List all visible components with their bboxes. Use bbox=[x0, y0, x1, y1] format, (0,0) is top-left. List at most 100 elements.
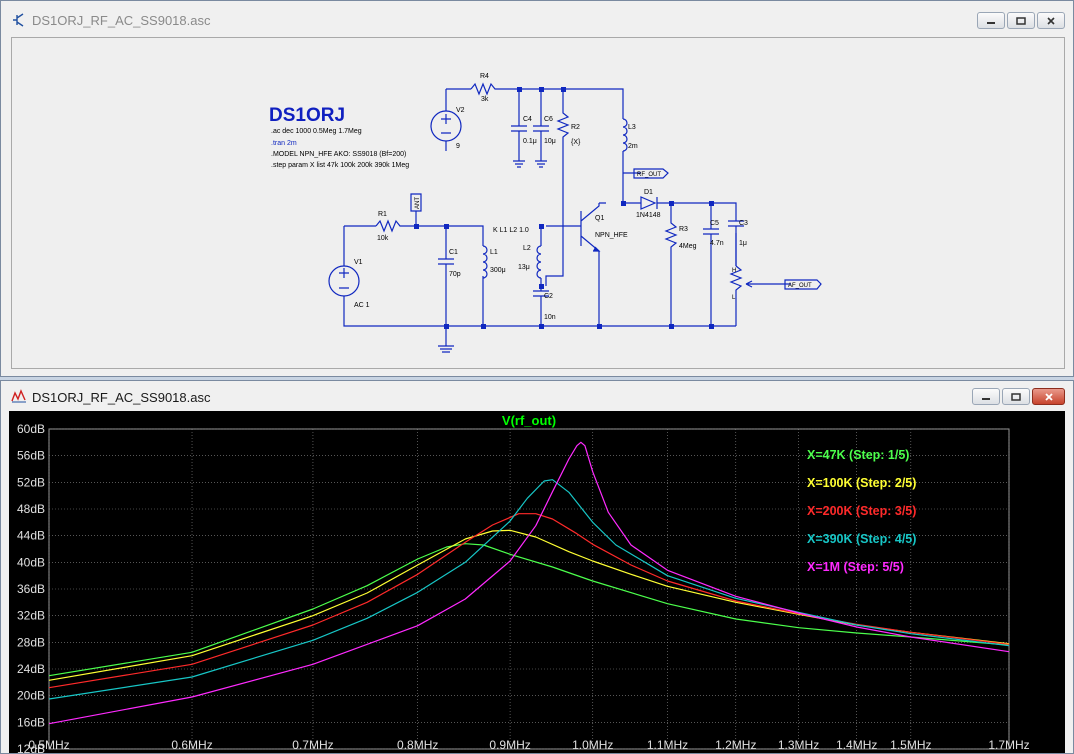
directive-tran: .tran 2m bbox=[271, 140, 297, 147]
maximize-button[interactable] bbox=[1002, 388, 1030, 405]
x-tick-label: 0.9MHz bbox=[489, 738, 530, 752]
c2-value: 10n bbox=[544, 314, 556, 321]
y-tick-label: 24dB bbox=[17, 662, 45, 676]
y-tick-label: 56dB bbox=[17, 449, 45, 463]
d1-value: 1N4148 bbox=[636, 212, 661, 219]
r4-resistor bbox=[470, 82, 501, 96]
y-tick-label: 40dB bbox=[17, 555, 45, 569]
maximize-button[interactable] bbox=[1007, 12, 1035, 29]
y-tick-label: 48dB bbox=[17, 502, 45, 516]
y-tick-label: 20dB bbox=[17, 689, 45, 703]
waveform-window-title: DS1ORJ_RF_AC_SS9018.asc bbox=[32, 390, 211, 405]
v1-ref: V1 bbox=[354, 259, 363, 266]
y-tick-label: 16dB bbox=[17, 715, 45, 729]
pot-high-label: H bbox=[732, 268, 736, 274]
c3-value: 1μ bbox=[739, 240, 747, 247]
l2-value: 13μ bbox=[518, 264, 530, 271]
l3-ref: L3 bbox=[628, 124, 636, 131]
r3-ref: R3 bbox=[679, 226, 688, 233]
y-tick-label: 52dB bbox=[17, 475, 45, 489]
c6-value: 10μ bbox=[544, 138, 556, 145]
rf-out-chart[interactable]: V(rf_out) 12dB16dB20dB24dB28dB32dB36dB40… bbox=[9, 411, 1065, 753]
c4-ref: C4 bbox=[523, 116, 532, 123]
schematic-drawing[interactable]: DS1ORJ .ac dec 1000 0.5Meg 1.7Meg .tran … bbox=[12, 38, 1064, 368]
y-tick-label: 60dB bbox=[17, 422, 45, 436]
c1-ref: C1 bbox=[449, 249, 458, 256]
x-tick-label: 0.5MHz bbox=[28, 738, 69, 752]
series-line bbox=[48, 529, 1010, 681]
x-tick-label: 1.2MHz bbox=[715, 738, 756, 752]
y-tick-label: 28dB bbox=[17, 635, 45, 649]
c5-value: 4.7n bbox=[710, 240, 724, 247]
l2-inductor bbox=[536, 245, 542, 279]
y-tick-label: 44dB bbox=[17, 529, 45, 543]
r1-value: 10k bbox=[377, 235, 389, 242]
legend-entry[interactable]: X=100K (Step: 2/5) bbox=[807, 476, 916, 490]
r3-resistor bbox=[664, 203, 678, 326]
legend-entry[interactable]: X=47K (Step: 1/5) bbox=[807, 448, 909, 462]
directive-model: .MODEL NPN_HFE AKO: SS9018 (Bf=200) bbox=[271, 151, 406, 158]
x-tick-label: 1.3MHz bbox=[778, 738, 819, 752]
schematic-canvas[interactable]: DS1ORJ .ac dec 1000 0.5Meg 1.7Meg .tran … bbox=[11, 37, 1065, 369]
l2-ref: L2 bbox=[523, 245, 531, 252]
c1-value: 70p bbox=[449, 271, 461, 278]
ant-label: ANT bbox=[415, 197, 421, 209]
directive-step: .step param X list 47k 100k 200k 390k 1M… bbox=[271, 162, 409, 169]
c4-value: 0.1μ bbox=[523, 138, 537, 145]
minimize-button[interactable] bbox=[972, 388, 1000, 405]
c6-ref: C6 bbox=[544, 116, 553, 123]
y-tick-label: 36dB bbox=[17, 582, 45, 596]
r1-resistor bbox=[375, 219, 406, 233]
c5-ref: C5 bbox=[710, 220, 719, 227]
r4-value: 3k bbox=[481, 96, 489, 103]
directive-ac: .ac dec 1000 0.5Meg 1.7Meg bbox=[271, 128, 362, 135]
close-icon bbox=[1044, 392, 1053, 401]
minimize-button[interactable] bbox=[977, 12, 1005, 29]
legend-entry[interactable]: X=390K (Step: 4/5) bbox=[807, 532, 916, 546]
r3-value: 4Meg bbox=[679, 243, 697, 250]
rf-out-label: RF_OUT bbox=[637, 172, 661, 178]
waveform-window: DS1ORJ_RF_AC_SS9018.asc V(rf_out) 12dB 16… bbox=[0, 380, 1074, 754]
minimize-icon bbox=[982, 397, 990, 400]
c2-ref: C2 bbox=[544, 293, 553, 300]
y-tick-label: 32dB bbox=[17, 609, 45, 623]
schematic-window: DS1ORJ_RF_AC_SS9018.asc DS1ORJ .ac dec 1… bbox=[0, 0, 1074, 377]
chart-title[interactable]: V(rf_out) bbox=[502, 413, 556, 428]
r2-ref: R2 bbox=[571, 124, 580, 131]
x-tick-label: 1.5MHz bbox=[890, 738, 931, 752]
q1-ref: Q1 bbox=[595, 215, 604, 222]
close-button[interactable] bbox=[1032, 388, 1065, 405]
c3-ref: C3 bbox=[739, 220, 748, 227]
legend-entry[interactable]: X=1M (Step: 5/5) bbox=[807, 560, 904, 574]
coupling-directive: K L1 L2 1.0 bbox=[493, 227, 529, 234]
q1-value: NPN_HFE bbox=[595, 232, 628, 239]
r1-ref: R1 bbox=[378, 211, 387, 218]
af-out-label: AF_OUT bbox=[788, 283, 812, 289]
r4-ref: R4 bbox=[480, 73, 489, 80]
waveform-icon bbox=[11, 389, 26, 403]
transistor-icon bbox=[13, 13, 24, 27]
minimize-icon bbox=[987, 21, 995, 24]
schematic-window-title: DS1ORJ_RF_AC_SS9018.asc bbox=[32, 13, 211, 28]
chart-ticks: 12dB16dB20dB24dB28dB32dB36dB40dB44dB48dB… bbox=[17, 422, 1030, 753]
x-tick-label: 0.8MHz bbox=[397, 738, 438, 752]
legend-entry[interactable]: X=200K (Step: 3/5) bbox=[807, 504, 916, 518]
waveform-plot-area[interactable]: V(rf_out) 12dB 16dB 20dB 24dB 28dB 32dB 36dB 40… bbox=[9, 411, 1065, 753]
r2-value: {X} bbox=[571, 139, 581, 146]
x-tick-label: 1.4MHz bbox=[836, 738, 877, 752]
schematic-titlebar[interactable]: DS1ORJ_RF_AC_SS9018.asc bbox=[1, 1, 1073, 37]
waveform-titlebar[interactable]: DS1ORJ_RF_AC_SS9018.asc bbox=[1, 381, 1073, 411]
l1-inductor bbox=[482, 245, 488, 279]
potentiometer bbox=[729, 265, 791, 326]
l1-ref: L1 bbox=[490, 249, 498, 256]
x-tick-label: 0.7MHz bbox=[292, 738, 333, 752]
x-tick-label: 1.7MHz bbox=[988, 738, 1029, 752]
l3-inductor bbox=[622, 118, 628, 152]
x-tick-label: 0.6MHz bbox=[171, 738, 212, 752]
schematic-heading: DS1ORJ bbox=[269, 105, 345, 126]
maximize-icon bbox=[1016, 16, 1026, 25]
v1-value: AC 1 bbox=[354, 302, 370, 309]
chart-legend[interactable]: X=47K (Step: 1/5) X=100K (Step: 2/5) X=200… bbox=[807, 448, 916, 574]
l1-value: 300μ bbox=[490, 267, 506, 274]
close-button[interactable] bbox=[1037, 12, 1065, 29]
